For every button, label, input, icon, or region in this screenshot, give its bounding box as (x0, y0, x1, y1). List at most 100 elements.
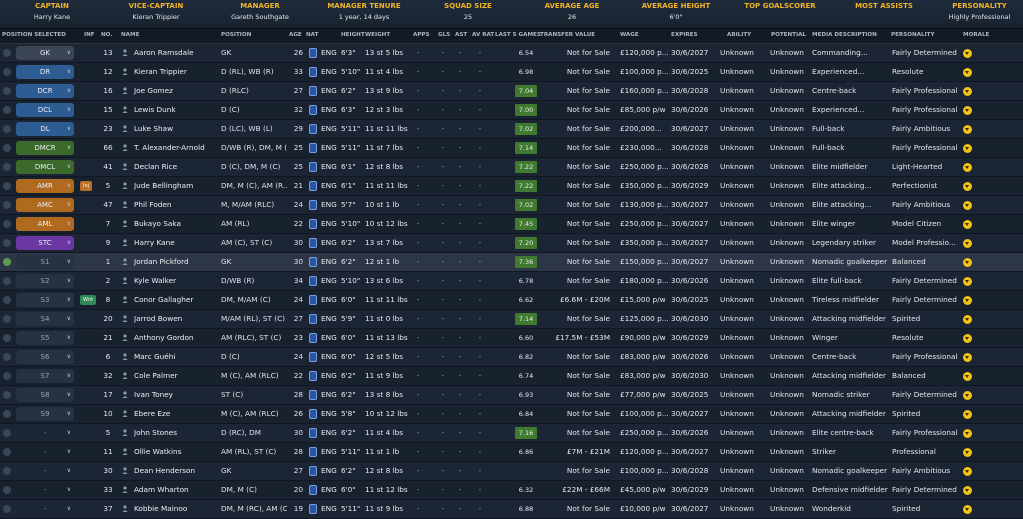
col-position[interactable]: POSITION (221, 32, 251, 38)
position-selector[interactable]: - ∨ (16, 426, 74, 440)
player-name-link[interactable]: Ollie Watkins (134, 443, 220, 461)
col-inf[interactable]: INF (84, 32, 95, 38)
row-select-checkbox[interactable] (3, 239, 11, 247)
table-row[interactable]: S2 ∨ 2 Kyle Walker D/WB (R) 34 ENG 5'10" 13 st 6… (0, 272, 1023, 291)
col-transfer-value[interactable]: TRANSFER VALUE (540, 32, 595, 38)
col-height[interactable]: HEIGHT (341, 32, 365, 38)
morale-icon[interactable] (963, 410, 972, 419)
table-row[interactable]: S8 ∨ 17 Ivan Toney ST (C) 28 ENG 6'2" 13 st 8 lb… (0, 386, 1023, 405)
player-name-link[interactable]: Marc Guéhi (134, 348, 220, 366)
position-selector[interactable]: DCR ∨ (16, 84, 74, 98)
table-row[interactable]: S7 ∨ 32 Cole Palmer M (C), AM (RLC) 22 ENG 6'2"… (0, 367, 1023, 386)
table-row[interactable]: AML ∨ 7 Bukayo Saka AM (RL) 22 ENG 5'10" 10 st 1… (0, 215, 1023, 234)
position-selector[interactable]: - ∨ (16, 464, 74, 478)
morale-icon[interactable] (963, 87, 972, 96)
row-select-checkbox[interactable] (3, 448, 11, 456)
col-personality[interactable]: PERSONALITY (891, 32, 935, 38)
row-select-checkbox[interactable] (3, 391, 11, 399)
nation-flag-icon[interactable] (309, 105, 317, 115)
summary-manager[interactable]: MANAGER Gareth Southgate (208, 0, 312, 28)
col-morale[interactable]: MORALE (963, 32, 989, 38)
position-selector[interactable]: S8 ∨ (16, 388, 74, 402)
nation-flag-icon[interactable] (309, 143, 317, 153)
info-badge[interactable]: Wnt (80, 295, 97, 305)
morale-icon[interactable] (963, 258, 972, 267)
nation-flag-icon[interactable] (309, 219, 317, 229)
morale-icon[interactable] (963, 182, 972, 191)
row-select-checkbox[interactable] (3, 125, 11, 133)
row-select-checkbox[interactable] (3, 144, 11, 152)
nation-flag-icon[interactable] (309, 124, 317, 134)
row-select-checkbox[interactable] (3, 315, 11, 323)
position-selector[interactable]: - ∨ (16, 483, 74, 497)
position-selector[interactable]: S3 ∨ (16, 293, 74, 307)
player-name-link[interactable]: Declan Rice (134, 158, 220, 176)
row-select-checkbox[interactable] (3, 486, 11, 494)
player-name-link[interactable]: Anthony Gordon (134, 329, 220, 347)
table-row[interactable]: S4 ∨ 20 Jarrod Bowen M/AM (RL), ST (C) 27 ENG 5… (0, 310, 1023, 329)
position-selector[interactable]: GK ∨ (16, 46, 74, 60)
player-name-link[interactable]: Phil Foden (134, 196, 220, 214)
player-name-link[interactable]: Ivan Toney (134, 386, 220, 404)
position-selector[interactable]: - ∨ (16, 445, 74, 459)
col-ability[interactable]: ABILITY (727, 32, 751, 38)
position-selector[interactable]: AMC ∨ (16, 198, 74, 212)
col-weight[interactable]: WEIGHT (365, 32, 390, 38)
position-selector[interactable]: AML ∨ (16, 217, 74, 231)
table-row[interactable]: GK ∨ 13 Aaron Ramsdale GK 26 ENG 6'3" 13 st 5 lb… (0, 44, 1023, 63)
position-selector[interactable]: S9 ∨ (16, 407, 74, 421)
nation-flag-icon[interactable] (309, 86, 317, 96)
row-select-checkbox[interactable] (3, 220, 11, 228)
row-select-checkbox[interactable] (3, 410, 11, 418)
nation-flag-icon[interactable] (309, 181, 317, 191)
morale-icon[interactable] (963, 220, 972, 229)
nation-flag-icon[interactable] (309, 504, 317, 514)
nation-flag-icon[interactable] (309, 428, 317, 438)
table-row[interactable]: - ∨ 37 Kobbie Mainoo DM, M (RC), AM (C) 19 ENG… (0, 500, 1023, 519)
morale-icon[interactable] (963, 334, 972, 343)
player-name-link[interactable]: Bukayo Saka (134, 215, 220, 233)
player-name-link[interactable]: Conor Gallagher (134, 291, 220, 309)
table-row[interactable]: AMC ∨ 47 Phil Foden M, M/AM (RLC) 24 ENG 5'7" 10… (0, 196, 1023, 215)
summary-captain[interactable]: CAPTAIN Harry Kane (0, 0, 104, 28)
player-name-link[interactable]: Lewis Dunk (134, 101, 220, 119)
morale-icon[interactable] (963, 239, 972, 248)
morale-icon[interactable] (963, 467, 972, 476)
table-row[interactable]: S5 ∨ 21 Anthony Gordon AM (RLC), ST (C) 23 ENG… (0, 329, 1023, 348)
table-row[interactable]: DR ∨ 12 Kieran Trippier D (RL), WB (R) 33 ENG 5… (0, 63, 1023, 82)
row-select-checkbox[interactable] (3, 49, 11, 57)
row-select-checkbox[interactable] (3, 68, 11, 76)
nation-flag-icon[interactable] (309, 352, 317, 362)
position-selector[interactable]: S6 ∨ (16, 350, 74, 364)
nation-flag-icon[interactable] (309, 371, 317, 381)
row-select-checkbox[interactable] (3, 106, 11, 114)
player-name-link[interactable]: Joe Gomez (134, 82, 220, 100)
position-selector[interactable]: STC ∨ (16, 236, 74, 250)
position-selector[interactable]: DL ∨ (16, 122, 74, 136)
position-selector[interactable]: S4 ∨ (16, 312, 74, 326)
summary-top-goalscorer[interactable]: TOP GOALSCORER (728, 0, 832, 28)
col-last-5-games[interactable]: LAST 5 GAMES (495, 32, 541, 38)
table-row[interactable]: - ∨ 33 Adam Wharton DM, M (C) 20 ENG 6'0" 11 st … (0, 481, 1023, 500)
player-name-link[interactable]: Ebere Eze (134, 405, 220, 423)
nation-flag-icon[interactable] (309, 257, 317, 267)
info-badge[interactable]: Inj (80, 181, 93, 191)
table-row[interactable]: - ∨ 11 Ollie Watkins AM (RL), ST (C) 28 ENG 5'1… (0, 443, 1023, 462)
morale-icon[interactable] (963, 163, 972, 172)
row-select-checkbox[interactable] (3, 258, 11, 266)
row-select-checkbox[interactable] (3, 296, 11, 304)
col-position-selected[interactable]: POSITION SELECTED (2, 32, 66, 38)
col-no[interactable]: NO. (101, 32, 112, 38)
nation-flag-icon[interactable] (309, 162, 317, 172)
row-select-checkbox[interactable] (3, 372, 11, 380)
morale-icon[interactable] (963, 391, 972, 400)
position-selector[interactable]: DMCR ∨ (16, 141, 74, 155)
morale-icon[interactable] (963, 505, 972, 514)
nation-flag-icon[interactable] (309, 276, 317, 286)
position-selector[interactable]: S5 ∨ (16, 331, 74, 345)
nation-flag-icon[interactable] (309, 333, 317, 343)
row-select-checkbox[interactable] (3, 353, 11, 361)
table-row[interactable]: S3 ∨ Wnt 8 Conor Gallagher DM, M/AM (C) 24 ENG 6… (0, 291, 1023, 310)
position-selector[interactable]: DMCL ∨ (16, 160, 74, 174)
player-name-link[interactable]: Jude Bellingham (134, 177, 220, 195)
